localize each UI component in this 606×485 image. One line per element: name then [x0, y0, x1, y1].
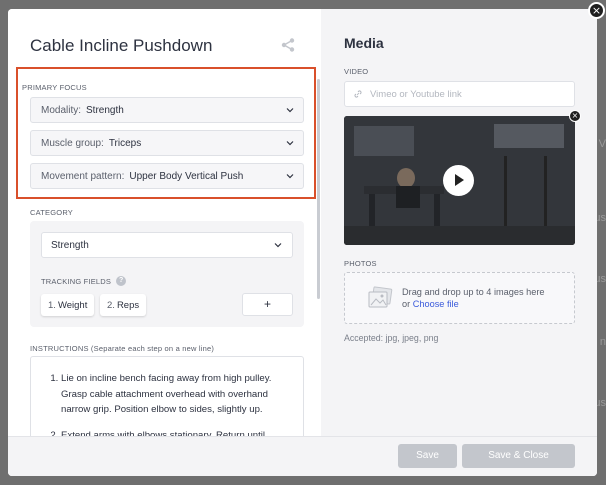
remove-video-button[interactable]: ×	[569, 110, 581, 122]
primary-focus-label: PRIMARY FOCUS	[22, 83, 87, 92]
modality-key: Modality:	[41, 104, 82, 116]
chevron-down-icon	[286, 108, 294, 113]
exercise-title[interactable]: Cable Incline Pushdown	[30, 36, 212, 56]
category-card: Strength TRACKING FIELDS ? 1. Weight 2. …	[30, 221, 304, 327]
media-title: Media	[344, 35, 384, 51]
tracking-field-chip[interactable]: 2. Reps	[100, 294, 147, 316]
category-value: Strength	[51, 239, 89, 251]
tracking-field-number: 1.	[48, 299, 56, 311]
tracking-field-name: Reps	[116, 299, 140, 311]
help-icon[interactable]: ?	[116, 276, 127, 286]
choose-file-link[interactable]: Choose file	[413, 299, 459, 309]
video-link-input[interactable]: Vimeo or Youtube link	[344, 81, 575, 107]
chevron-down-icon	[286, 141, 294, 146]
category-label: CATEGORY	[30, 208, 73, 217]
accepted-formats: Accepted: jpg, jpeg, png	[344, 333, 439, 343]
chevron-down-icon	[274, 243, 282, 248]
photo-drop-zone[interactable]: Drag and drop up to 4 images here or Cho…	[344, 272, 575, 324]
add-tracking-field-button[interactable]: +	[242, 293, 293, 316]
drop-instructions: Drag and drop up to 4 images here or Cho…	[402, 286, 545, 310]
category-select[interactable]: Strength	[41, 232, 293, 258]
muscle-group-select[interactable]: Muscle group: Triceps	[30, 130, 304, 156]
video-label: VIDEO	[344, 67, 369, 76]
save-button[interactable]: Save	[398, 444, 457, 468]
movement-pattern-key: Movement pattern:	[41, 170, 125, 182]
muscle-group-value: Triceps	[108, 137, 142, 149]
background-text: V	[598, 138, 606, 150]
tracking-fields-header: TRACKING FIELDS ?	[41, 276, 127, 286]
instructions-textarea[interactable]: Lie on incline bench facing away from hi…	[30, 356, 304, 446]
tracking-fields-label: TRACKING FIELDS	[41, 276, 112, 286]
share-icon[interactable]	[280, 37, 296, 53]
close-modal-button[interactable]: ×	[588, 2, 605, 19]
tracking-field-number: 2.	[107, 299, 115, 311]
video-thumbnail[interactable]	[344, 116, 575, 245]
drop-text-line: or Choose file	[402, 298, 545, 310]
modality-value: Strength	[86, 104, 124, 116]
modality-select[interactable]: Modality: Strength	[30, 97, 304, 123]
modal-footer: Save Save & Close	[8, 436, 597, 476]
link-icon	[354, 90, 362, 98]
photos-label: PHOTOS	[344, 259, 377, 268]
drop-text-line: Drag and drop up to 4 images here	[402, 287, 545, 297]
instruction-step: Lie on incline bench facing away from hi…	[61, 371, 289, 418]
video-link-placeholder: Vimeo or Youtube link	[370, 88, 462, 100]
image-icon	[368, 286, 393, 308]
left-panel-scrollbar[interactable]	[317, 79, 320, 299]
tracking-field-name: Weight	[57, 299, 88, 311]
movement-pattern-select[interactable]: Movement pattern: Upper Body Vertical Pu…	[30, 163, 304, 189]
muscle-group-key: Muscle group:	[41, 137, 104, 149]
exercise-details-panel: Cable Incline Pushdown PRIMARY FOCUS Mod…	[8, 9, 321, 476]
drop-or-text: or	[402, 299, 413, 309]
play-button[interactable]	[443, 165, 474, 196]
instructions-label: INSTRUCTIONS (Separate each step on a ne…	[30, 344, 215, 353]
chevron-down-icon	[286, 174, 294, 179]
media-panel: Media VIDEO Vimeo or Youtube link × PHOT…	[321, 9, 597, 476]
movement-pattern-value: Upper Body Vertical Push	[129, 170, 244, 182]
exercise-modal: Cable Incline Pushdown PRIMARY FOCUS Mod…	[8, 9, 597, 476]
background-text: n	[599, 336, 606, 348]
tracking-field-chip[interactable]: 1. Weight	[41, 294, 95, 316]
save-and-close-button[interactable]: Save & Close	[462, 444, 575, 468]
